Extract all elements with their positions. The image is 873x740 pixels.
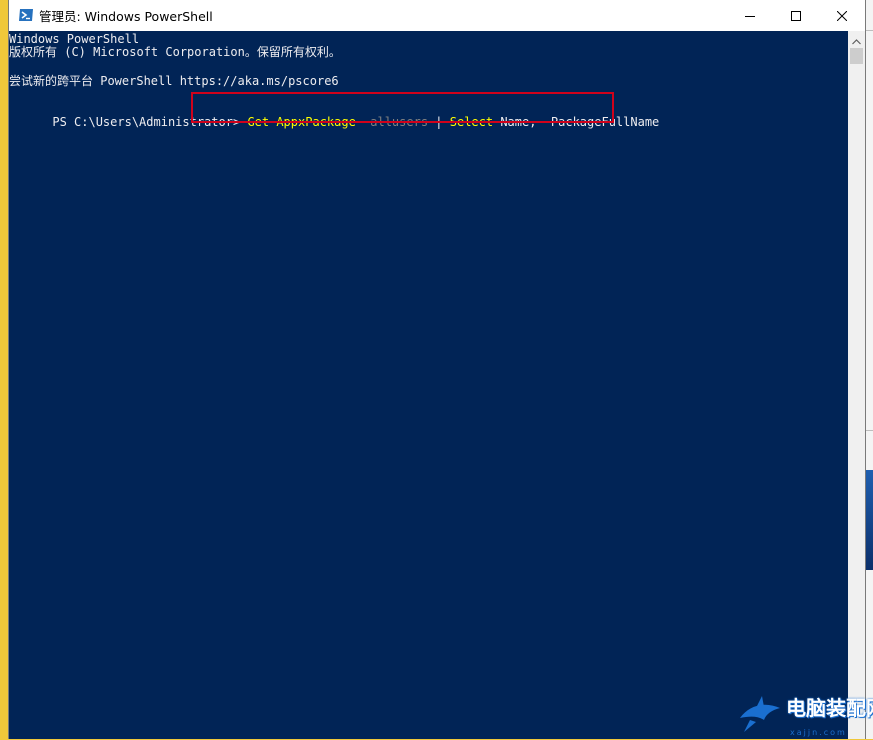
scroll-up-button[interactable] xyxy=(848,31,865,48)
command-highlight-box xyxy=(191,92,614,123)
background-divider xyxy=(866,30,873,31)
background-divider xyxy=(866,430,873,431)
console-line: 尝试新的跨平台 PowerShell https://aka.ms/pscore… xyxy=(9,74,339,88)
minimize-icon xyxy=(745,6,755,25)
shark-logo-icon xyxy=(740,696,780,732)
background-window-strip xyxy=(866,0,873,739)
watermark-sub: xajjn.com xyxy=(790,728,847,737)
maximize-icon xyxy=(791,6,801,25)
powershell-window: 管理员: Windows PowerShell Windows PowerShe… xyxy=(8,0,866,739)
background-thumbnail xyxy=(866,470,873,570)
title-bar[interactable]: 管理员: Windows PowerShell xyxy=(9,0,865,31)
scroll-thumb[interactable] xyxy=(850,48,863,64)
maximize-button[interactable] xyxy=(773,0,819,31)
watermark-logo: 电脑装配网 xajjn.com xyxy=(736,690,873,739)
window-title: 管理员: Windows PowerShell xyxy=(39,9,213,24)
minimize-button[interactable] xyxy=(727,0,773,31)
powershell-icon xyxy=(18,7,34,23)
watermark-text: 电脑装配网 xyxy=(786,696,873,720)
close-button[interactable] xyxy=(819,0,865,31)
console-line: Windows PowerShell xyxy=(9,32,140,46)
console-line: 版权所有 (C) Microsoft Corporation。保留所有权利。 xyxy=(9,45,341,59)
close-icon xyxy=(836,6,848,25)
chevron-up-icon xyxy=(852,30,861,49)
console-output[interactable]: Windows PowerShell 版权所有 (C) Microsoft Co… xyxy=(9,31,848,739)
vertical-scrollbar[interactable] xyxy=(848,31,865,739)
